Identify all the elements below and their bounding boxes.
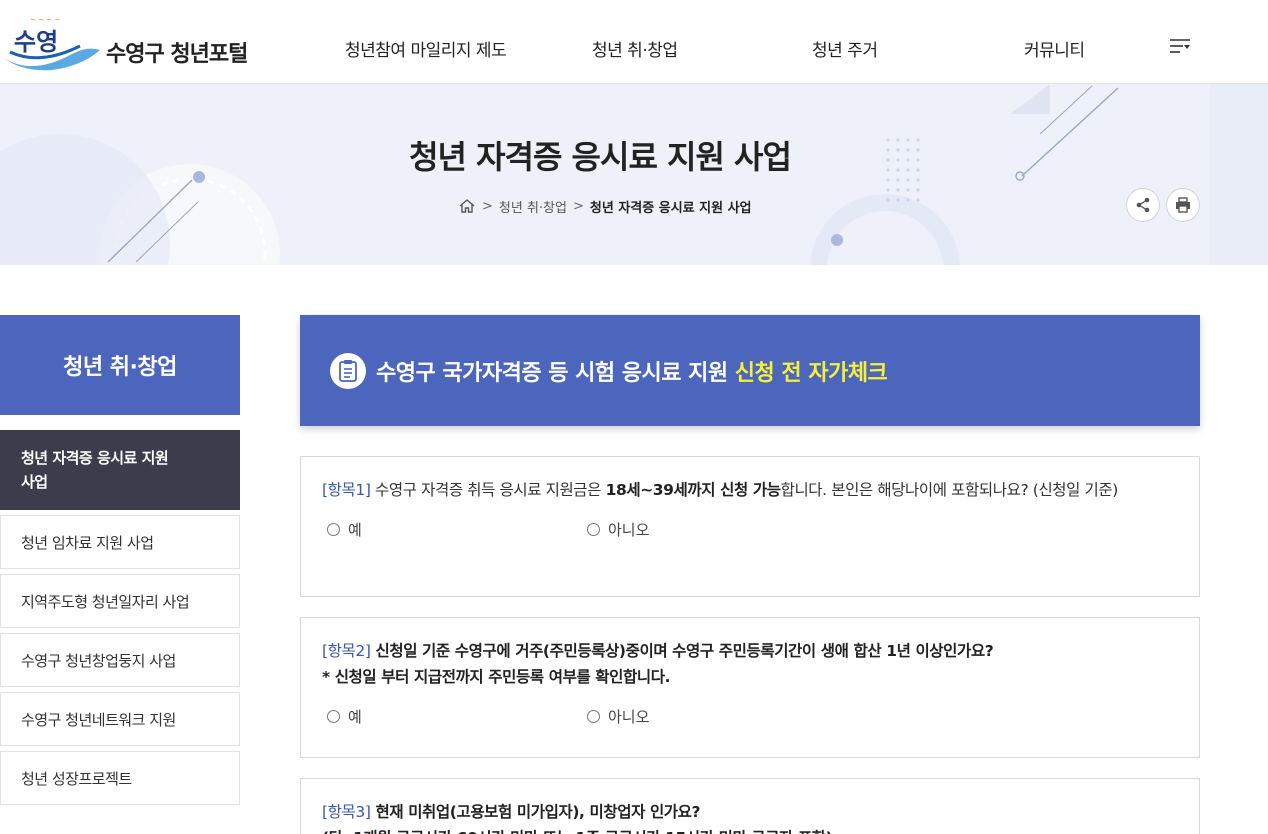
radio-circle-icon[interactable] — [327, 710, 340, 723]
question-text: [항목1] 수영구 자격증 취득 응시료 지원금은 18세~39세까지 신청 가… — [322, 481, 1118, 499]
share-icon — [1136, 197, 1150, 213]
sidebar-item-network[interactable]: 수영구 청년네트워크 지원 — [0, 692, 240, 746]
logo-emblem: ~ ~ ~ ~ 수영 — [4, 16, 100, 71]
breadcrumb-current: 청년 자격증 응시료 지원 사업 — [589, 200, 752, 216]
question-item-3: [항목3] 현재 미취업(고용보험 미가입자), 미창업자 인가요? (단, 1… — [300, 778, 1200, 834]
radio-no[interactable]: 아니오 — [587, 706, 649, 727]
self-check-title: 수영구 국가자격증 등 시험 응시료 지원 신청 전 자가체크 — [376, 360, 888, 386]
radio-yes[interactable]: 예 — [327, 519, 362, 540]
nav-employment[interactable]: 청년 취·창업 — [592, 36, 678, 61]
nav-mileage[interactable]: 청년참여 마일리지 제도 — [345, 36, 507, 61]
self-check-highlight: 신청 전 자가체크 — [734, 360, 888, 386]
menu-icon[interactable] — [1168, 36, 1192, 56]
radio-circle-icon[interactable] — [327, 523, 340, 536]
share-button[interactable] — [1126, 188, 1160, 222]
sidebar-item-growth-project[interactable]: 청년 성장프로젝트 — [0, 751, 240, 805]
breadcrumb-parent[interactable]: 청년 취·창업 — [499, 197, 567, 216]
radio-no[interactable]: 아니오 — [587, 519, 649, 540]
page-visual: 청년 자격증 응시료 지원 사업 > 청년 취·창업 > 청년 자격증 응시료 … — [0, 84, 1268, 265]
breadcrumb: > 청년 취·창업 > 청년 자격증 응시료 지원 사업 — [458, 196, 752, 216]
question-item-2: [항목2] 신청일 기준 수영구에 거주(주민등록상)중이며 수영구 주민등록기… — [300, 617, 1200, 758]
question-note: * 신청일 부터 지급전까지 주민등록 여부를 확인합니다. — [322, 668, 671, 686]
print-button[interactable] — [1166, 188, 1200, 222]
chevron-right-icon: > — [572, 198, 584, 214]
self-check-header: 수영구 국가자격증 등 시험 응시료 지원 신청 전 자가체크 — [300, 315, 1200, 426]
question-text: [항목3] 현재 미취업(고용보험 미가입자), 미창업자 인가요? — [322, 803, 701, 821]
nav-community[interactable]: 커뮤니티 — [1024, 36, 1085, 61]
question-item-1: [항목1] 수영구 자격증 취득 응시료 지원금은 18세~39세까지 신청 가… — [300, 456, 1200, 597]
sidebar-item-startup-nest[interactable]: 수영구 청년창업둥지 사업 — [0, 633, 240, 687]
radio-yes[interactable]: 예 — [327, 706, 362, 727]
site-logo[interactable]: ~ ~ ~ ~ 수영 수영구 청년포털 — [2, 6, 262, 76]
clipboard-icon — [330, 352, 366, 389]
logo-text: 수영구 청년포털 — [106, 42, 248, 67]
home-icon[interactable] — [458, 198, 476, 214]
nav-housing[interactable]: 청년 주거 — [812, 36, 878, 61]
print-icon — [1176, 197, 1190, 213]
question-text: [항목2] 신청일 기준 수영구에 거주(주민등록상)중이며 수영구 주민등록기… — [322, 642, 994, 660]
sidebar-item-regional-jobs[interactable]: 지역주도형 청년일자리 사업 — [0, 574, 240, 628]
svg-text:수영: 수영 — [14, 28, 58, 56]
page-title: 청년 자격증 응시료 지원 사업 — [409, 138, 792, 176]
sidebar-heading: 청년 취·창업 — [0, 315, 240, 415]
chevron-right-icon: > — [482, 198, 493, 214]
question-note: (단, 1개월 근로시간 60시간 미만 또는 1주 근로시간 15시간 미만 … — [322, 825, 1179, 834]
sidebar-item-rent[interactable]: 청년 임차료 지원 사업 — [0, 515, 240, 569]
radio-circle-icon[interactable] — [587, 710, 600, 723]
sidebar-item-certificate[interactable]: 청년 자격증 응시료 지원 사업 — [0, 430, 240, 510]
svg-text:~ ~ ~ ~: ~ ~ ~ ~ — [30, 16, 60, 24]
site-header: ~ ~ ~ ~ 수영 수영구 청년포털 청년참여 마일리지 제도 청년 취·창업… — [0, 0, 1268, 84]
radio-circle-icon[interactable] — [587, 523, 600, 536]
